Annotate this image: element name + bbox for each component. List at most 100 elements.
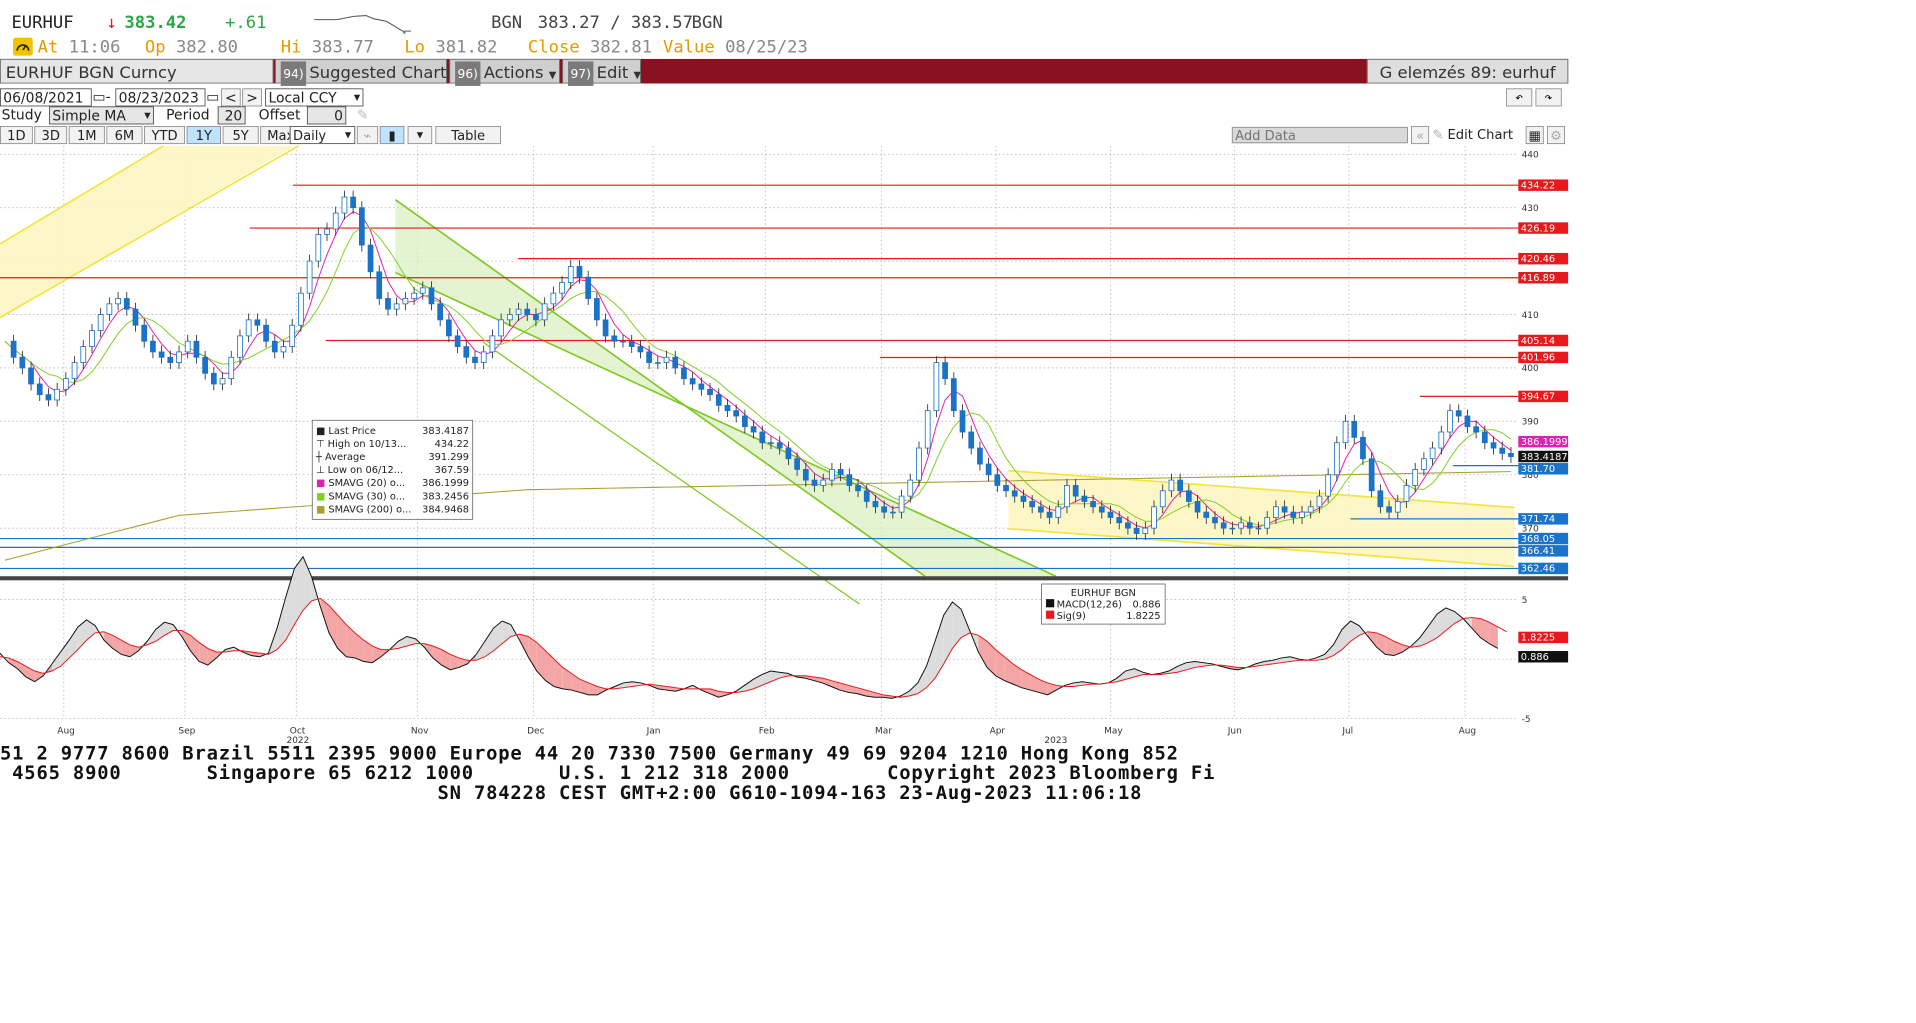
price-label-text: 420.46 bbox=[1521, 254, 1555, 265]
candle-chart-icon[interactable]: ▮ bbox=[379, 126, 405, 145]
candle-body bbox=[1020, 495, 1027, 502]
ticker: EURHUF bbox=[11, 12, 74, 32]
candle-body bbox=[585, 276, 592, 299]
chart-settings-icon[interactable]: ▦ bbox=[1525, 126, 1544, 145]
x-tick-label: Apr bbox=[990, 726, 1006, 736]
macd-value: 0.886 bbox=[1132, 598, 1161, 610]
security-field[interactable]: EURHUF BGN Curncy bbox=[0, 58, 274, 84]
candle-body bbox=[393, 303, 400, 310]
legend-row: ⊥ Low on 06/12... 367.59 bbox=[316, 463, 469, 476]
close-label: Close bbox=[527, 36, 580, 57]
prev-range-button[interactable]: < bbox=[220, 88, 241, 107]
candle-body bbox=[1133, 527, 1140, 534]
candle-body bbox=[115, 298, 121, 305]
candle-body bbox=[1011, 490, 1018, 497]
edit-menu[interactable]: 97) Edit ▼ bbox=[562, 58, 641, 86]
calendar-icon[interactable]: ▭ bbox=[206, 88, 219, 106]
legend-row: ┼ Average 391.299 bbox=[316, 450, 469, 463]
price-label-text: 368.05 bbox=[1521, 534, 1555, 545]
period-button-1y[interactable]: 1Y bbox=[186, 126, 221, 145]
candle-body bbox=[1203, 511, 1210, 518]
candle-body bbox=[628, 340, 635, 347]
currency-select[interactable]: Local CCY ▼ bbox=[265, 88, 364, 107]
add-data-input[interactable] bbox=[1231, 126, 1408, 144]
actions-menu[interactable]: 96) Actions ▼ bbox=[449, 58, 560, 86]
candle-body bbox=[1220, 522, 1227, 529]
start-date-input[interactable]: 06/08/2021 bbox=[0, 88, 92, 107]
period-button-6m[interactable]: 6M bbox=[106, 126, 143, 145]
price-label-text: 405.14 bbox=[1521, 336, 1555, 347]
candle-body bbox=[707, 388, 713, 396]
candle-body bbox=[1421, 458, 1427, 470]
high-label: Hi bbox=[280, 36, 302, 57]
period-button-ytd[interactable]: YTD bbox=[144, 126, 185, 145]
candle-body bbox=[1281, 506, 1288, 513]
macd-label-text: 1.8225 bbox=[1521, 633, 1555, 644]
period-input[interactable]: 20 bbox=[217, 106, 246, 125]
suggested-charts-button[interactable]: 94) Suggested Charts bbox=[275, 58, 455, 86]
legend-row: ■ SMAVG (200) o... 384.9468 bbox=[316, 503, 469, 516]
candle-body bbox=[184, 340, 191, 353]
legend-swatch: ⊥ bbox=[315, 464, 328, 476]
gauge-icon[interactable] bbox=[13, 37, 33, 56]
candle-body bbox=[1246, 522, 1253, 529]
signal-series-name: Sig(9) bbox=[1056, 609, 1086, 622]
candle-body bbox=[1194, 501, 1201, 513]
candle-body bbox=[1429, 447, 1436, 460]
redo-icon[interactable]: ↷ bbox=[1535, 88, 1562, 107]
candle-body bbox=[1368, 458, 1375, 492]
candle-body bbox=[167, 356, 174, 364]
undo-icon[interactable]: ↶ bbox=[1506, 88, 1533, 107]
candle-body bbox=[489, 335, 496, 353]
candle-body bbox=[524, 308, 531, 315]
frequency-select[interactable]: Daily ▼ bbox=[289, 126, 356, 145]
sparkline bbox=[314, 15, 411, 34]
line-chart-icon[interactable]: ⌁ bbox=[356, 126, 379, 145]
candle-body bbox=[280, 346, 287, 353]
candle-body bbox=[498, 319, 504, 337]
candle-body bbox=[132, 308, 139, 326]
candle-body bbox=[419, 287, 426, 294]
candle-body bbox=[768, 442, 774, 444]
price-chart[interactable]: 440430420410400390380370434.22426.19420.… bbox=[0, 145, 1569, 752]
period-button-5y[interactable]: 5Y bbox=[222, 126, 259, 145]
collapse-icon[interactable]: « bbox=[1411, 126, 1430, 145]
legend-row: ⊤ High on 10/13... 434.22 bbox=[316, 437, 469, 450]
candle-body bbox=[533, 314, 539, 321]
candle-body bbox=[1438, 431, 1445, 449]
candle-body bbox=[672, 356, 679, 369]
candle-body bbox=[1351, 420, 1358, 438]
low-label: Lo bbox=[404, 36, 426, 57]
pencil-icon: ✎ bbox=[1432, 126, 1444, 143]
at-time: 11:06 bbox=[68, 36, 121, 57]
candle-body bbox=[45, 394, 52, 401]
offset-input[interactable]: 0 bbox=[306, 106, 347, 125]
x-tick-label: Aug bbox=[57, 726, 75, 736]
end-date-input[interactable]: 08/23/2023 bbox=[115, 88, 206, 107]
candle-body bbox=[820, 479, 827, 486]
study-value: Simple MA bbox=[52, 108, 126, 125]
study-select[interactable]: Simple MA ▼ bbox=[49, 106, 154, 125]
next-range-button[interactable]: > bbox=[242, 88, 262, 107]
candle-body bbox=[1412, 469, 1419, 486]
y-tick-label: 440 bbox=[1522, 151, 1539, 161]
y-tick-label: 430 bbox=[1522, 204, 1539, 214]
gear-icon[interactable]: ⚙ bbox=[1546, 126, 1565, 145]
period-button-3d[interactable]: 3D bbox=[34, 126, 68, 145]
candle-body bbox=[1055, 506, 1062, 518]
candle-body bbox=[1029, 501, 1036, 508]
candle-body bbox=[959, 410, 966, 433]
actions-number: 96) bbox=[455, 61, 481, 86]
period-button-1d[interactable]: 1D bbox=[0, 126, 33, 145]
candle-body bbox=[654, 362, 661, 364]
edit-chart-button[interactable]: ✎ Edit Chart bbox=[1432, 126, 1524, 144]
pencil-icon[interactable]: ✎ bbox=[357, 106, 373, 124]
candle-body bbox=[1508, 452, 1514, 458]
candle-body bbox=[437, 303, 444, 321]
chart-type-chevron-icon[interactable]: ▼ bbox=[407, 126, 433, 145]
calendar-icon[interactable]: ▭ bbox=[92, 88, 105, 106]
period-button-1m[interactable]: 1M bbox=[68, 126, 105, 145]
table-button[interactable]: Table bbox=[435, 126, 501, 145]
legend-swatch: ■ bbox=[315, 477, 329, 489]
candle-body bbox=[1212, 517, 1218, 524]
